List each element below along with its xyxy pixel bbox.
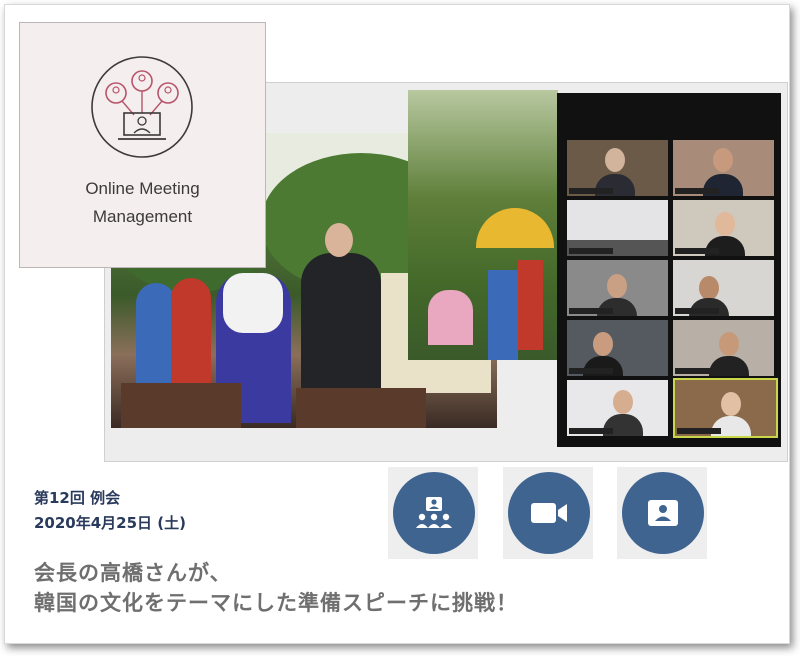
- ceremony-photo-2: [408, 90, 558, 360]
- meeting-date: 2020年4月25日 (土): [34, 514, 186, 532]
- card-title-line2: Management: [92, 207, 193, 226]
- video-tile[interactable]: [673, 260, 774, 316]
- headline: 会長の高橋さんが、 韓国の文化をテーマにした準備スピーチに挑戦！: [34, 558, 518, 618]
- participants-button-box: [388, 467, 478, 559]
- participants-icon: [416, 497, 452, 528]
- video-tile[interactable]: [567, 140, 668, 196]
- online-meeting-card: Online Meeting Management: [19, 22, 266, 268]
- session-label: 第12回 例会: [34, 489, 121, 507]
- headline-line2: 韓国の文化をテーマにした準備スピーチに挑戦！: [34, 591, 518, 615]
- video-tile-active[interactable]: [673, 378, 778, 438]
- video-grid: [557, 93, 781, 447]
- video-tile[interactable]: [567, 200, 668, 256]
- video-tile[interactable]: [673, 200, 774, 256]
- card-title-line1: Online Meeting: [85, 179, 200, 198]
- video-tile[interactable]: [567, 320, 668, 376]
- participants-button[interactable]: [393, 472, 475, 554]
- video-button-box: [503, 467, 593, 559]
- contact-card-icon: [648, 500, 678, 526]
- video-button[interactable]: [508, 472, 590, 554]
- video-tile[interactable]: [673, 140, 774, 196]
- video-camera-icon: [531, 503, 567, 523]
- meeting-network-icon: [91, 56, 193, 158]
- headline-line1: 会長の高橋さんが、: [34, 561, 232, 585]
- meeting-info: 第12回 例会 2020年4月25日 (土): [34, 486, 186, 536]
- contact-button[interactable]: [622, 472, 704, 554]
- contact-button-box: [617, 467, 707, 559]
- video-tile[interactable]: [567, 380, 668, 436]
- video-tile[interactable]: [673, 320, 774, 376]
- video-tile[interactable]: [567, 260, 668, 316]
